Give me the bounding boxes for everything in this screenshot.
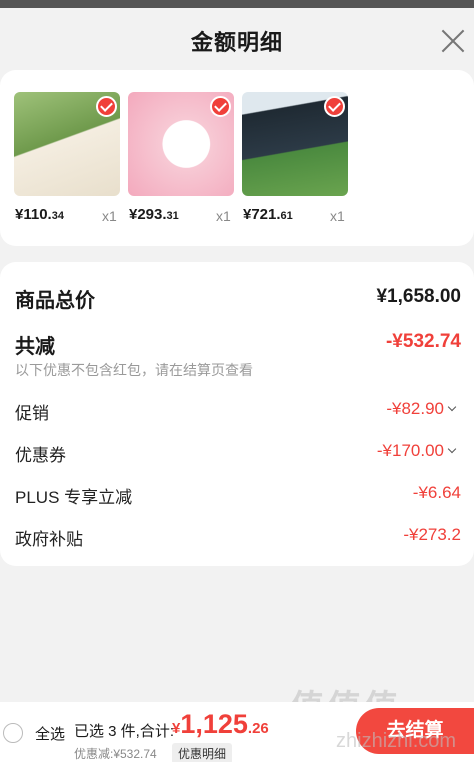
- discount-detail-button[interactable]: 优惠明细: [172, 743, 233, 762]
- checked-icon[interactable]: [210, 96, 231, 117]
- product-image: [242, 92, 348, 196]
- product-list: ¥110.34 x1 ¥293.31 x1 ¥721.61 x1: [0, 70, 474, 246]
- product-quantity: x1: [216, 208, 231, 224]
- total-label: 商品总价: [15, 290, 95, 312]
- reduction-value: -¥532.74: [385, 331, 461, 352]
- plus-value: -¥6.64: [412, 483, 461, 502]
- product-price: ¥110.34: [15, 206, 64, 223]
- product-image: [14, 92, 120, 196]
- sheet-header: 金额明细: [0, 8, 474, 68]
- product-quantity: x1: [330, 208, 345, 224]
- discount-note: 以下优惠不包含红包，请在结算页查看: [15, 362, 253, 378]
- select-all-radio[interactable]: [3, 723, 23, 743]
- product-item[interactable]: ¥110.34 x1: [14, 92, 120, 224]
- chevron-down-icon[interactable]: [447, 444, 457, 454]
- reduction-label: 共减: [15, 336, 55, 358]
- product-image: [128, 92, 234, 196]
- plus-label: PLUS 专享立减: [15, 488, 133, 507]
- coupon-value: -¥170.00: [376, 441, 444, 460]
- product-item[interactable]: ¥721.61 x1: [242, 92, 348, 224]
- product-quantity: x1: [102, 208, 117, 224]
- subsidy-value: -¥273.2: [403, 525, 461, 544]
- close-icon[interactable]: [440, 28, 466, 54]
- watermark-url: zhizhizhi.com: [336, 730, 457, 752]
- select-all-label[interactable]: 全选: [35, 723, 65, 744]
- selected-count: 已选 3 件,合计:: [74, 723, 175, 740]
- grand-total: ¥1,125.26: [172, 709, 269, 739]
- total-value: ¥1,658.00: [376, 286, 461, 307]
- promo-value: -¥82.90: [386, 399, 444, 418]
- promo-label: 促销: [15, 404, 49, 423]
- coupon-label: 优惠券: [15, 446, 66, 465]
- checked-icon[interactable]: [96, 96, 117, 117]
- product-price: ¥721.61: [243, 206, 293, 223]
- amount-summary: 商品总价 ¥1,658.00 共减 -¥532.74 以下优惠不包含红包，请在结…: [0, 262, 474, 566]
- product-item[interactable]: ¥293.31 x1: [128, 92, 234, 224]
- page-title: 金额明细: [190, 30, 283, 55]
- checked-icon[interactable]: [324, 96, 345, 117]
- subsidy-label: 政府补贴: [15, 530, 83, 549]
- top-edge: [0, 0, 474, 8]
- chevron-down-icon[interactable]: [447, 402, 457, 412]
- product-price: ¥293.31: [129, 206, 179, 223]
- discount-summary: 优惠减:¥532.74: [74, 747, 157, 761]
